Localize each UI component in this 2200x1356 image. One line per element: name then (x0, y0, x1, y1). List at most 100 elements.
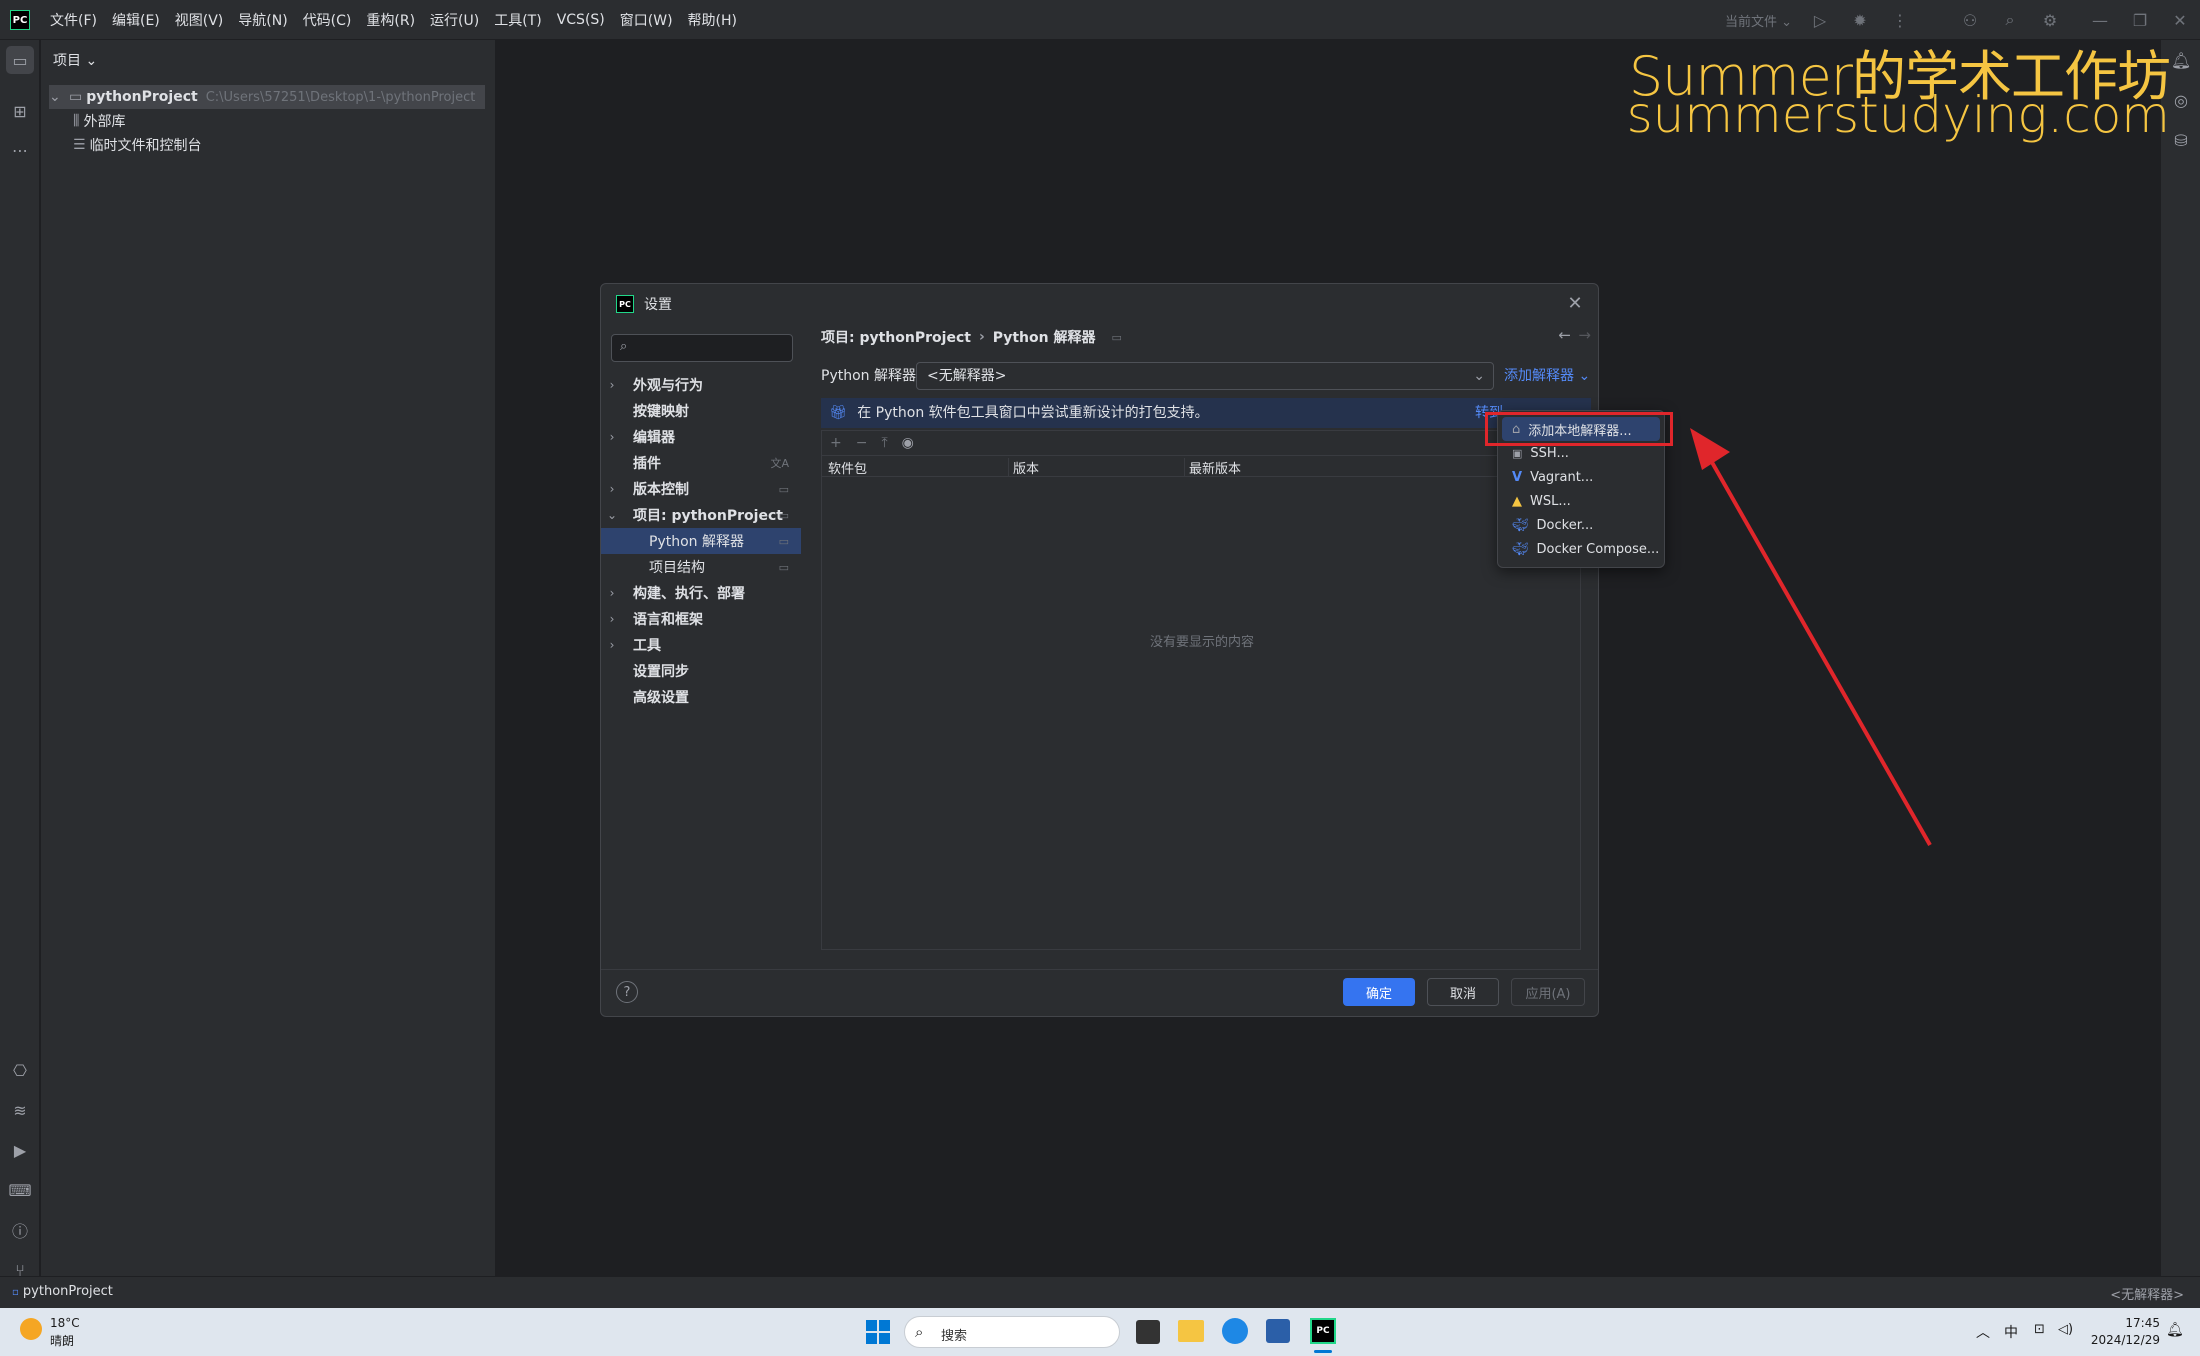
windows-start-icon[interactable] (866, 1320, 890, 1344)
add-icon[interactable]: + (830, 435, 842, 451)
ok-button[interactable]: 确定 (1343, 978, 1415, 1006)
chevron-down-icon[interactable]: ⌄ (49, 89, 65, 105)
chevron-up-icon[interactable]: ︿ (1976, 1322, 1990, 1342)
highlight-box (1485, 412, 1673, 446)
eye-icon[interactable]: ◉ (902, 435, 914, 451)
help-button[interactable]: ? (616, 981, 638, 1003)
breadcrumb-project[interactable]: 项目: pythonProject (821, 327, 971, 347)
taskbar-search-box[interactable]: ⌕ 搜索 (904, 1316, 1120, 1348)
menu-run[interactable]: 运行(U) (430, 10, 479, 30)
forward-arrow-icon[interactable]: → (1578, 326, 1591, 344)
pycharm-logo-icon: PC (616, 295, 634, 313)
nav-project-structure[interactable]: 项目结构 ▭ (601, 554, 801, 580)
tree-item-external-libs[interactable]: ⫼ 外部库 (73, 109, 125, 133)
weather-sun-icon[interactable] (20, 1318, 42, 1340)
nav-tools[interactable]: › 工具 (601, 632, 801, 658)
taskbar-search-label: 搜索 (941, 1329, 968, 1344)
menu-item-wsl[interactable]: ▲ WSL... (1502, 489, 1660, 513)
nav-settings-sync[interactable]: 设置同步 (601, 658, 801, 684)
weather-desc[interactable]: 晴朗 (50, 1332, 74, 1349)
weather-temp[interactable]: 18°C (50, 1316, 80, 1330)
project-scope-icon: ▭ (778, 560, 789, 574)
ime-indicator[interactable]: 中 (2004, 1322, 2018, 1342)
nav-build[interactable]: › 构建、执行、部署 (601, 580, 801, 606)
nav-project[interactable]: ⌄ 项目: pythonProject ▭ (601, 502, 801, 528)
menu-window[interactable]: 窗口(W) (620, 10, 673, 30)
menu-item-docker-compose[interactable]: 🐳︎ Docker Compose... (1502, 537, 1660, 561)
ssh-icon: ▣ (1512, 446, 1523, 460)
menu-tools[interactable]: 工具(T) (494, 10, 541, 30)
menu-code[interactable]: 代码(C) (303, 10, 352, 30)
remove-icon[interactable]: − (856, 435, 868, 451)
interpreter-label: Python 解释器: (821, 368, 921, 384)
menu-item-vagrant[interactable]: V Vagrant... (1502, 465, 1660, 489)
python-console-icon[interactable]: ⎔ (6, 1056, 34, 1084)
search-icon: ⌕ (620, 339, 628, 354)
services-icon[interactable]: ▶ (6, 1136, 34, 1164)
volume-icon[interactable]: ◁) (2058, 1322, 2073, 1337)
python-packages-icon[interactable]: ≋ (6, 1096, 34, 1124)
pycharm-taskbar-icon[interactable]: PC (1310, 1318, 1336, 1344)
chevron-right-icon: › (609, 586, 615, 600)
cancel-button[interactable]: 取消 (1427, 978, 1499, 1006)
status-interpreter[interactable]: <无解释器> (2110, 1284, 2184, 1303)
menu-view[interactable]: 视图(V) (175, 10, 224, 30)
nav-plugins[interactable]: 插件 文A (601, 450, 801, 476)
notification-bell-icon[interactable]: 🔔︎ (2166, 1322, 2184, 1338)
ai-assistant-icon[interactable]: ◎ (2167, 86, 2195, 114)
pycharm-logo-icon[interactable]: PC (10, 10, 30, 30)
settings-dialog: PC 设置 ✕ ⌕ › 外观与行为 按键映射 › 编辑器 插件 文A › 版本控制 ▭ ⌄… (600, 283, 1599, 1017)
menu-vcs[interactable]: VCS(S) (557, 12, 605, 28)
windows-taskbar: 18°C 晴朗 ⌕ 搜索 PC ︿ 中 ⊡ ◁) 17:45 2024/12/2… (0, 1308, 2200, 1356)
more-tools-icon[interactable]: ⋯ (6, 136, 34, 164)
close-icon[interactable]: ✕ (1562, 290, 1588, 316)
file-explorer-icon[interactable] (1178, 1320, 1204, 1342)
menu-help[interactable]: 帮助(H) (688, 10, 737, 30)
project-scope-icon: ▭ (1111, 330, 1122, 344)
settings-search-input[interactable]: ⌕ (611, 334, 793, 362)
interpreter-dropdown[interactable]: <无解释器> ⌄ (916, 362, 1494, 390)
notifications-icon[interactable]: 🔔︎ (2167, 46, 2195, 74)
scratches-icon: ☰ (73, 137, 86, 153)
menu-navigate[interactable]: 导航(N) (238, 10, 287, 30)
chevron-right-icon: › (609, 612, 615, 626)
column-latest-version[interactable]: 最新版本 (1184, 458, 1241, 477)
column-package[interactable]: 软件包 (828, 458, 867, 477)
run-config-selector[interactable]: 当前文件 ⌄ (1725, 11, 1792, 30)
clock-time[interactable]: 17:45 (2100, 1316, 2160, 1330)
upgrade-icon[interactable]: ⤒ (881, 435, 887, 451)
problems-icon[interactable]: ⓘ (6, 1216, 34, 1244)
active-app-indicator (1314, 1350, 1332, 1353)
database-icon[interactable]: ⛁ (2167, 126, 2195, 154)
task-view-icon[interactable] (1136, 1320, 1160, 1344)
status-project[interactable]: ▫ pythonProject (12, 1284, 113, 1299)
nav-vcs[interactable]: › 版本控制 ▭ (601, 476, 801, 502)
structure-icon[interactable]: ⊞ (6, 97, 34, 125)
project-root-node[interactable]: ⌄ ▭ pythonProject C:\Users\57251\Desktop… (49, 85, 485, 109)
menu-edit[interactable]: 编辑(E) (112, 10, 160, 30)
project-panel-header[interactable]: 项目 ⌄ (53, 50, 97, 70)
edge-browser-icon[interactable] (1222, 1318, 1248, 1344)
breadcrumb-separator: › (978, 329, 985, 345)
nav-editor[interactable]: › 编辑器 (601, 424, 801, 450)
project-root-path: C:\Users\57251\Desktop\1-\pythonProject (205, 89, 476, 105)
apply-button[interactable]: 应用(A) (1511, 978, 1585, 1006)
nav-python-interpreter[interactable]: Python 解释器 ▭ (601, 528, 801, 554)
menu-file[interactable]: 文件(F) (50, 10, 97, 30)
clock-date[interactable]: 2024/12/29 (2076, 1333, 2160, 1347)
project-folder-icon[interactable]: ▭ (6, 46, 34, 74)
add-interpreter-link[interactable]: 添加解释器 ⌄ (1504, 362, 1590, 390)
network-icon[interactable]: ⊡ (2034, 1322, 2045, 1337)
menu-item-docker[interactable]: 🐳︎ Docker... (1502, 513, 1660, 537)
nav-appearance[interactable]: › 外观与行为 (601, 372, 801, 398)
menu-refactor[interactable]: 重构(R) (366, 10, 415, 30)
back-arrow-icon[interactable]: ← (1558, 326, 1571, 344)
nav-advanced[interactable]: 高级设置 (601, 684, 801, 710)
column-version[interactable]: 版本 (1008, 458, 1039, 477)
store-icon[interactable] (1266, 1319, 1290, 1343)
nav-keymap[interactable]: 按键映射 (601, 398, 801, 424)
tree-item-scratches[interactable]: ☰ 临时文件和控制台 (73, 133, 202, 157)
chevron-down-icon: ⌄ (1473, 368, 1485, 384)
terminal-icon[interactable]: ⌨ (6, 1176, 34, 1204)
nav-languages[interactable]: › 语言和框架 (601, 606, 801, 632)
